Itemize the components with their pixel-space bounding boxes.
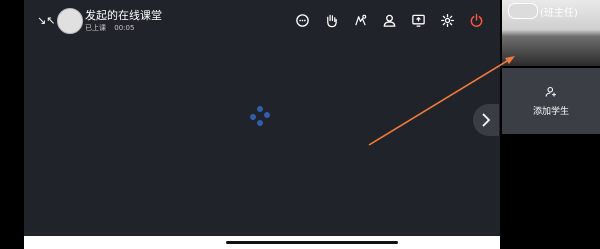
teacher-avatar: [508, 3, 538, 19]
interaction-icon: [354, 14, 366, 25]
members-button[interactable]: [379, 10, 399, 30]
chevron-right-icon: [482, 113, 491, 127]
chat-button[interactable]: [292, 10, 312, 30]
elapsed-time: 00:05: [114, 24, 135, 32]
screen-share-icon: [411, 14, 425, 27]
minimize-icon[interactable]: ↘↖: [37, 13, 55, 29]
classroom-logo: [57, 8, 83, 34]
class-title: 发起的在线课堂: [85, 9, 162, 22]
header: ↘↖ 发起的在线课堂 已上课 00:05: [37, 8, 162, 34]
bottom-bar: [24, 236, 500, 249]
home-indicator[interactable]: [226, 241, 398, 244]
power-icon: [470, 13, 482, 27]
video-panel: (班主任) 添加学生: [500, 0, 600, 249]
teacher-role: (班主任): [540, 7, 578, 19]
hand-raise-icon: [326, 14, 337, 27]
toolbar: [292, 10, 495, 30]
status-label: 已上课: [85, 24, 106, 32]
member-icon: [383, 14, 395, 27]
exit-class-button[interactable]: [466, 10, 486, 30]
screen-share-button[interactable]: [408, 10, 428, 30]
interaction-button[interactable]: [350, 10, 370, 30]
class-status: 已上课 00:05: [85, 23, 162, 33]
classroom-stage: [24, 0, 500, 236]
loading-spinner: [248, 106, 272, 130]
add-user-icon: [545, 86, 557, 100]
chat-icon: [295, 13, 309, 27]
teacher-video-tile[interactable]: (班主任): [502, 0, 600, 66]
next-page-button[interactable]: [473, 104, 499, 136]
add-student-button[interactable]: 添加学生: [502, 68, 600, 134]
add-student-label: 添加学生: [532, 106, 569, 117]
settings-icon: [440, 13, 454, 27]
raise-hand-button[interactable]: [321, 10, 341, 30]
teacher-label: (班主任): [508, 3, 578, 19]
settings-button[interactable]: [437, 10, 457, 30]
